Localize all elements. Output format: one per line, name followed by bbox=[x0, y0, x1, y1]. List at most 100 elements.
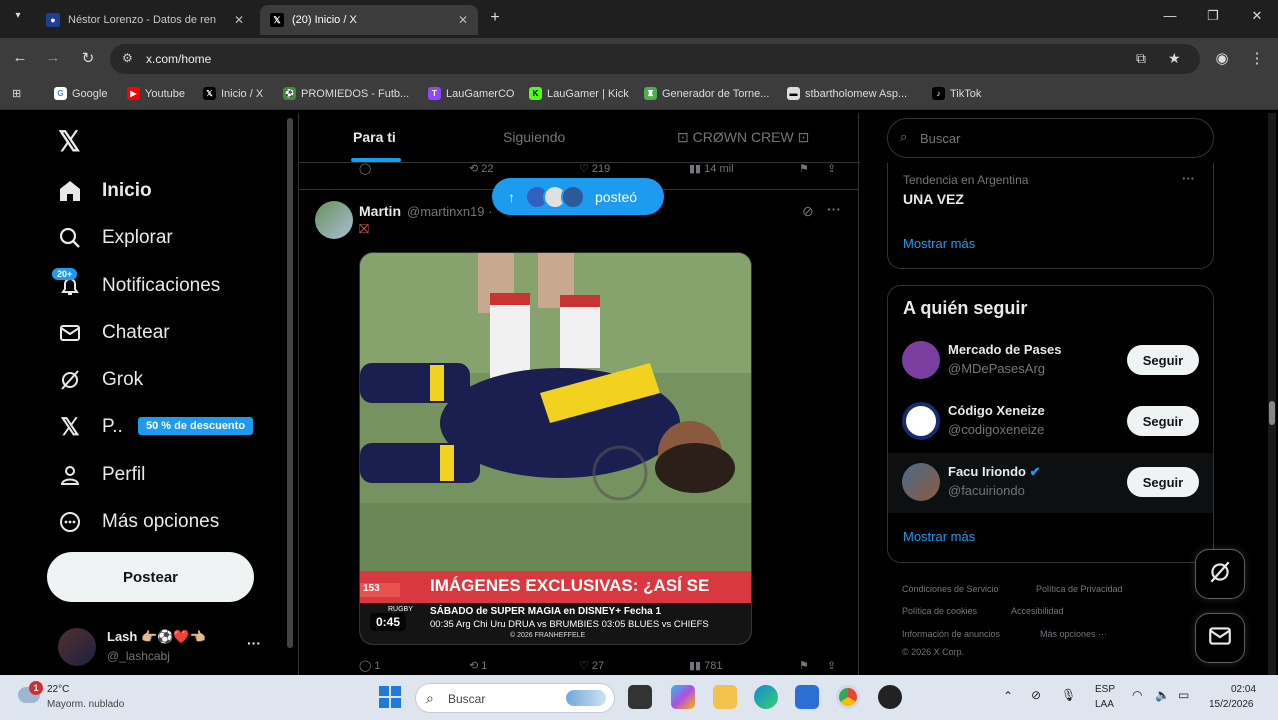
bookmark-generador[interactable]: ♜ Generador de Torne... bbox=[644, 87, 769, 100]
trends-show-more[interactable]: Mostrar más bbox=[903, 236, 975, 251]
page-scrollbar[interactable] bbox=[1268, 113, 1276, 675]
close-window-icon[interactable]: ✕ bbox=[1247, 8, 1267, 24]
taskbar-search[interactable]: ⌕ Buscar bbox=[415, 683, 615, 713]
tab-x-home[interactable]: 𝕏 (20) Inicio / X ✕ bbox=[260, 5, 478, 35]
apps-grid-icon[interactable]: ⊞ bbox=[12, 87, 21, 100]
site-info-icon[interactable]: ⚙ bbox=[122, 51, 133, 65]
footer-link[interactable]: Accesibilidad bbox=[1011, 606, 1064, 616]
scrollbar-thumb[interactable] bbox=[1269, 401, 1275, 425]
left-scrollbar[interactable] bbox=[287, 118, 293, 648]
install-app-icon[interactable]: ⧉ bbox=[1136, 50, 1146, 67]
like-button[interactable]: ♡ 219 bbox=[579, 162, 610, 175]
bookmark-star-icon[interactable]: ★ bbox=[1168, 50, 1181, 67]
bookmark-icon[interactable]: ⚑ bbox=[799, 659, 809, 672]
follow-suggestion[interactable]: Código Xeneize @codigoxeneize Seguir bbox=[888, 392, 1213, 452]
share-icon[interactable]: ⇪ bbox=[827, 659, 836, 672]
reload-icon[interactable]: ↻ bbox=[78, 49, 98, 67]
follow-suggestion[interactable]: Mercado de Pases @MDePasesArg Seguir bbox=[888, 331, 1213, 391]
tab-nestor-lorenzo[interactable]: ● Néstor Lorenzo - Datos de ren ✕ bbox=[36, 5, 254, 35]
nav-explorar[interactable]: Explorar bbox=[56, 224, 173, 252]
views-button[interactable]: ▮▮ 781 bbox=[689, 659, 723, 672]
messages-fab[interactable] bbox=[1195, 613, 1245, 663]
windows-start-icon[interactable] bbox=[379, 686, 401, 708]
language-top[interactable]: ESP bbox=[1095, 684, 1115, 695]
task-view-icon[interactable] bbox=[628, 685, 652, 709]
follow-button[interactable]: Seguir bbox=[1127, 406, 1199, 436]
bookmark-laugamerco[interactable]: T LauGamerCO bbox=[428, 87, 514, 100]
footer-link[interactable]: Condiciones de Servicio bbox=[902, 584, 999, 594]
footer-link[interactable]: Política de Privacidad bbox=[1036, 584, 1123, 594]
like-button[interactable]: ♡ 27 bbox=[579, 659, 604, 672]
back-icon[interactable]: ← bbox=[10, 49, 30, 66]
follow-show-more[interactable]: Mostrar más bbox=[903, 529, 975, 544]
chrome-icon[interactable] bbox=[836, 685, 860, 709]
address-bar[interactable]: ⚙ x.com/home ⧉ ★ bbox=[110, 44, 1200, 74]
file-explorer-icon[interactable] bbox=[713, 685, 737, 709]
grok-icon[interactable]: ⊘ bbox=[802, 203, 814, 220]
repost-button[interactable]: ⟲ 22 bbox=[469, 162, 494, 175]
volume-icon[interactable]: 🔈 bbox=[1155, 688, 1170, 702]
follow-button[interactable]: Seguir bbox=[1127, 345, 1199, 375]
bookmark-google[interactable]: G Google bbox=[54, 87, 107, 100]
avatar[interactable] bbox=[58, 628, 96, 666]
bookmark-stbartholomew[interactable]: ▬ stbartholomew Asp... bbox=[787, 87, 907, 100]
edge-icon[interactable] bbox=[754, 685, 778, 709]
follow-suggestion[interactable]: Facu Iriondo ✔ @facuiriondo Seguir bbox=[888, 453, 1213, 513]
forward-icon[interactable]: → bbox=[43, 49, 63, 66]
bookmark-youtube[interactable]: ▶ Youtube bbox=[127, 87, 185, 100]
tab-search-button[interactable]: ▾ bbox=[8, 10, 28, 21]
tweet-avatar[interactable] bbox=[315, 201, 353, 239]
footer-link[interactable]: Información de anuncios bbox=[902, 629, 1000, 639]
follow-button[interactable]: Seguir bbox=[1127, 467, 1199, 497]
nav-grok[interactable]: Grok bbox=[56, 366, 143, 394]
microphone-icon[interactable]: 🎙 bbox=[1061, 688, 1076, 702]
footer-link[interactable]: Más opciones ··· bbox=[1040, 629, 1107, 639]
account-menu-icon[interactable]: ··· bbox=[247, 635, 261, 651]
bookmark-promiedos[interactable]: ⚽ PROMIEDOS - Futb... bbox=[283, 87, 409, 100]
close-tab-icon[interactable]: ✕ bbox=[234, 13, 244, 27]
footer-link[interactable]: Política de cookies bbox=[902, 606, 977, 616]
grok-fab[interactable] bbox=[1195, 549, 1245, 599]
x-logo-icon[interactable]: 𝕏 bbox=[58, 125, 81, 158]
tweet-author-handle[interactable]: @martinxn19 · bbox=[407, 204, 492, 219]
minimize-icon[interactable]: — bbox=[1160, 8, 1180, 23]
tab-crown-crew[interactable]: ⊡ CRØWN CREW ⊡ bbox=[677, 129, 809, 146]
battery-icon[interactable]: ▭ bbox=[1178, 688, 1189, 702]
bookmark-tiktok[interactable]: ♪ TikTok bbox=[932, 87, 981, 100]
weather-desc[interactable]: Mayorm. nublado bbox=[47, 699, 124, 710]
profile-icon[interactable]: ◉ bbox=[1212, 49, 1232, 67]
tweet-video[interactable]: IMÁGENES EXCLUSIVAS: ¿ASÍ SE 153 SÁBADO … bbox=[359, 252, 752, 645]
wifi-icon[interactable]: ◠ bbox=[1132, 688, 1142, 702]
share-icon[interactable]: ⇪ bbox=[827, 162, 836, 175]
store-icon[interactable] bbox=[795, 685, 819, 709]
trend-more-icon[interactable]: ··· bbox=[1182, 171, 1195, 186]
language-bottom[interactable]: LAA bbox=[1095, 699, 1114, 710]
app-icon[interactable] bbox=[878, 685, 902, 709]
tray-chevron-icon[interactable]: ⌃ bbox=[1003, 689, 1013, 703]
new-posts-pill[interactable]: ↑ posteó bbox=[492, 178, 664, 215]
new-tab-icon[interactable]: + bbox=[485, 9, 505, 27]
nav-inicio[interactable]: Inicio bbox=[56, 177, 152, 205]
reply-icon[interactable]: ◯ bbox=[359, 162, 371, 175]
reply-button[interactable]: ◯ 1 bbox=[359, 659, 381, 672]
tweet-more-icon[interactable]: ··· bbox=[827, 201, 841, 217]
clock-date[interactable]: 15/2/2026 bbox=[1209, 699, 1254, 710]
close-tab-icon[interactable]: ✕ bbox=[458, 13, 468, 27]
tab-siguiendo[interactable]: Siguiendo bbox=[503, 129, 565, 145]
tab-para-ti[interactable]: Para ti bbox=[353, 129, 396, 145]
bookmark-icon[interactable]: ⚑ bbox=[799, 162, 809, 175]
clock-time[interactable]: 02:04 bbox=[1231, 684, 1256, 695]
nav-chatear[interactable]: Chatear bbox=[56, 319, 170, 347]
copilot-icon[interactable] bbox=[671, 685, 695, 709]
restore-icon[interactable]: ❐ bbox=[1203, 8, 1223, 24]
tray-app-icon[interactable]: ⊘ bbox=[1031, 688, 1041, 702]
nav-notificaciones[interactable]: Notificaciones bbox=[56, 272, 220, 300]
search-input[interactable]: ⌕ Buscar bbox=[887, 118, 1214, 158]
post-button[interactable]: Postear bbox=[47, 552, 254, 602]
tweet-author-name[interactable]: Martin bbox=[359, 203, 401, 219]
bookmark-laugamer-kick[interactable]: K LauGamer | Kick bbox=[529, 87, 629, 100]
trend-title[interactable]: UNA VEZ bbox=[903, 191, 964, 207]
chrome-menu-icon[interactable]: ⋮ bbox=[1247, 49, 1267, 67]
nav-perfil[interactable]: Perfil bbox=[56, 461, 145, 489]
weather-temp[interactable]: 22°C bbox=[47, 684, 69, 695]
